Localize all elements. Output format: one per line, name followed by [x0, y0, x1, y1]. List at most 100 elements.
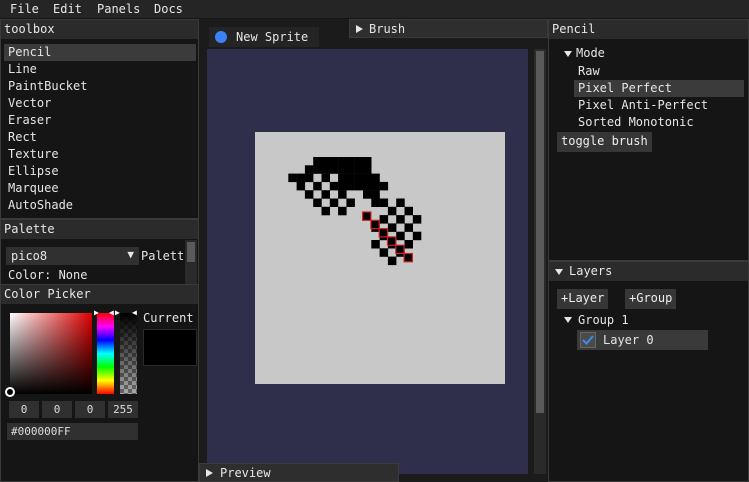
pixel: [396, 231, 405, 241]
pixel: [338, 165, 347, 174]
mode-option-pixel-perfect[interactable]: Pixel Perfect: [574, 80, 744, 97]
pixel: [313, 198, 322, 207]
toggle-brush-button[interactable]: toggle brush: [557, 132, 652, 152]
color-picker-title: Color Picker: [1, 285, 198, 304]
current-color-label: Current: [143, 311, 194, 325]
green-channel-field[interactable]: 0: [42, 401, 72, 418]
preview-panel-title: Preview: [220, 466, 271, 480]
pixel: [412, 215, 422, 224]
alpha-marker-left-icon: ▶: [115, 308, 120, 317]
alpha-slider[interactable]: [120, 313, 137, 394]
hue-slider[interactable]: [97, 313, 114, 394]
pixel: [404, 240, 413, 249]
brush-stroke-pixel: [403, 252, 414, 263]
menu-docs[interactable]: Docs: [154, 2, 183, 16]
pixel: [313, 181, 322, 191]
brush-stroke-pixel: [361, 211, 372, 221]
preview-panel-header[interactable]: Preview: [199, 463, 399, 482]
tool-item-texture[interactable]: Texture: [4, 146, 196, 163]
group-name[interactable]: Group 1: [578, 313, 629, 327]
hue-marker-right-icon: ◀: [109, 308, 114, 317]
palette-scrollbar[interactable]: [185, 240, 197, 284]
palette-title: Palette: [1, 220, 198, 239]
expand-right-icon: [356, 25, 363, 33]
brush-stroke-pixel: [370, 219, 380, 230]
layer-name: Layer 0: [603, 333, 654, 347]
canvas-scrollbar-thumb[interactable]: [536, 51, 544, 413]
sprite-canvas[interactable]: [255, 132, 505, 384]
brush-stroke-pixel: [395, 244, 405, 255]
palette-side-label: Palett: [141, 249, 183, 263]
palette-select-value: pico8: [11, 249, 48, 263]
sv-cursor[interactable]: [5, 387, 15, 397]
tool-item-paintbucket[interactable]: PaintBucket: [4, 78, 196, 95]
menu-edit[interactable]: Edit: [53, 2, 82, 16]
menu-file[interactable]: File: [10, 2, 39, 16]
mode-label: Mode: [576, 46, 605, 60]
mode-option-raw[interactable]: Raw: [574, 63, 744, 80]
red-channel-field[interactable]: 0: [9, 401, 39, 418]
brush-stroke-pixel: [386, 236, 397, 246]
alpha-channel-field[interactable]: 255: [108, 401, 138, 418]
tool-item-eraser[interactable]: Eraser: [4, 112, 196, 129]
palette-scrollbar-thumb[interactable]: [187, 242, 195, 262]
pixel: [354, 181, 364, 191]
toolbox-title: toolbox: [1, 20, 198, 39]
pixel: [396, 198, 405, 207]
saturation-value-square[interactable]: [10, 313, 92, 394]
hex-color-field[interactable]: #000000FF: [7, 423, 138, 440]
canvas-workspace[interactable]: [207, 49, 528, 474]
checkmark-icon: [582, 335, 594, 345]
pixel: [346, 181, 355, 191]
brush-panel-header[interactable]: Brush: [349, 19, 548, 38]
canvas-vertical-scrollbar[interactable]: [534, 49, 546, 474]
pixel: [379, 198, 389, 207]
pixel: [412, 231, 422, 241]
collapse-down-icon[interactable]: [564, 317, 572, 323]
menu-panels[interactable]: Panels: [97, 2, 140, 16]
pixel: [371, 240, 380, 249]
layer-visibility-checkbox[interactable]: [580, 332, 596, 348]
tab-title: New Sprite: [236, 30, 309, 44]
pixel: [354, 157, 364, 166]
layers-title-text: Layers: [569, 264, 613, 278]
layers-title[interactable]: Layers: [549, 262, 748, 281]
tool-item-marquee[interactable]: Marquee: [4, 180, 196, 197]
mode-option-sorted-monotonic[interactable]: Sorted Monotonic: [574, 114, 744, 131]
tool-item-rect[interactable]: Rect: [4, 129, 196, 146]
add-layer-button[interactable]: +Layer: [557, 289, 609, 309]
mode-option-pixel-anti-perfect[interactable]: Pixel Anti-Perfect: [574, 97, 744, 114]
tool-item-ellipse[interactable]: Ellipse: [4, 163, 196, 180]
pixel: [338, 181, 347, 191]
pixel: [363, 173, 372, 183]
tool-item-autoshade[interactable]: AutoShade: [4, 197, 196, 214]
pixel: [313, 165, 322, 174]
canvas-background: [255, 132, 505, 384]
add-group-button[interactable]: +Group: [625, 289, 677, 309]
layer-row[interactable]: Layer 0: [577, 330, 708, 350]
tab-new-sprite[interactable]: New Sprite: [209, 27, 319, 47]
tool-item-vector[interactable]: Vector: [4, 95, 196, 112]
pixel: [379, 181, 389, 191]
pixel: [387, 206, 397, 216]
layers-panel: Layers +Layer +Group Group 1 Layer 0: [548, 261, 749, 482]
pixel: [371, 198, 380, 207]
pixel: [329, 165, 339, 174]
pixel: [338, 206, 347, 216]
pixel: [396, 215, 405, 224]
tool-item-line[interactable]: Line: [4, 61, 196, 78]
pixel: [354, 173, 364, 183]
tool-item-pencil[interactable]: Pencil: [4, 44, 196, 61]
menu-bar: File Edit Panels Docs: [0, 0, 749, 18]
pixel: [304, 190, 314, 199]
collapse-down-icon: [555, 269, 563, 275]
palette-select[interactable]: pico8 ▼: [6, 247, 139, 265]
collapse-down-icon[interactable]: [564, 51, 572, 57]
pixel: [304, 165, 314, 174]
pixel: [363, 165, 372, 174]
expand-right-icon: [206, 469, 213, 477]
pixel: [321, 206, 330, 216]
pixel: [296, 181, 306, 191]
blue-channel-field[interactable]: 0: [75, 401, 105, 418]
pixel: [329, 157, 339, 166]
